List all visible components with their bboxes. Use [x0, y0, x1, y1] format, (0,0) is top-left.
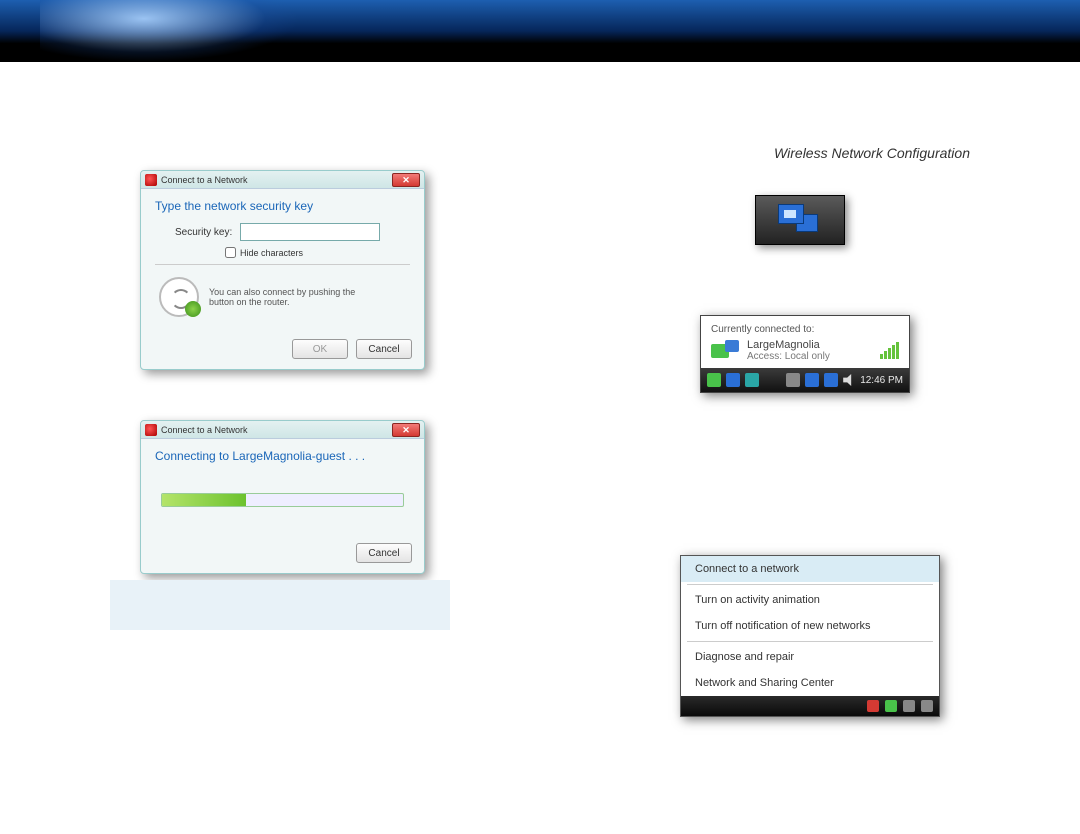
taskbar — [681, 696, 939, 716]
tray-icon[interactable] — [867, 700, 879, 712]
cancel-button[interactable]: Cancel — [356, 339, 412, 359]
app-icon — [145, 174, 157, 186]
tray-icon[interactable] — [707, 373, 721, 387]
cancel-button[interactable]: Cancel — [356, 543, 412, 563]
network-access: Access: Local only — [747, 351, 830, 362]
wps-icon — [159, 277, 199, 317]
connection-popup: Currently connected to: LargeMagnolia Ac… — [700, 315, 910, 393]
tray-network-icon[interactable] — [755, 195, 845, 245]
menu-connect-to-network[interactable]: Connect to a network — [681, 556, 939, 582]
security-key-label: Security key: — [175, 227, 232, 238]
taskbar: 12:46 PM — [701, 368, 909, 392]
close-button[interactable]: ✕ — [392, 423, 420, 437]
taskbar-clock: 12:46 PM — [860, 375, 903, 386]
hide-characters-label: Hide characters — [240, 248, 303, 258]
tray-icon[interactable] — [726, 373, 740, 387]
dialog-titlebar[interactable]: Connect to a Network ✕ — [141, 421, 424, 439]
dialog-title: Connect to a Network — [161, 425, 248, 435]
separator — [687, 584, 933, 585]
close-button[interactable]: ✕ — [392, 173, 420, 187]
app-icon — [145, 424, 157, 436]
dialog-titlebar[interactable]: Connect to a Network ✕ — [141, 171, 424, 189]
tray-network-icon[interactable] — [805, 373, 819, 387]
dialog-heading: Type the network security key — [141, 189, 424, 219]
dialog-title: Connect to a Network — [161, 175, 248, 185]
connected-to-label: Currently connected to: — [711, 324, 899, 335]
section-title: Wireless Network Configuration — [774, 145, 970, 161]
network-context-menu: Connect to a network Turn on activity an… — [680, 555, 940, 717]
connection-icon — [711, 340, 739, 362]
tray-icon[interactable] — [921, 700, 933, 712]
volume-icon[interactable] — [843, 374, 853, 386]
menu-activity-animation[interactable]: Turn on activity animation — [681, 587, 939, 613]
menu-network-sharing-center[interactable]: Network and Sharing Center — [681, 670, 939, 696]
wps-hint-text: You can also connect by pushing the butt… — [209, 287, 369, 307]
tray-icon[interactable] — [745, 373, 759, 387]
separator — [687, 641, 933, 642]
dialog-heading: Connecting to LargeMagnolia-guest . . . — [141, 439, 424, 469]
hide-characters-checkbox[interactable] — [225, 247, 236, 258]
tray-icon[interactable] — [824, 373, 838, 387]
signal-bars-icon — [880, 342, 899, 359]
menu-toggle-notifications[interactable]: Turn off notification of new networks — [681, 613, 939, 639]
tray-icon[interactable] — [786, 373, 800, 387]
ok-button[interactable]: OK — [292, 339, 348, 359]
info-box — [110, 580, 450, 630]
tray-icon[interactable] — [885, 700, 897, 712]
menu-diagnose-repair[interactable]: Diagnose and repair — [681, 644, 939, 670]
progress-bar — [161, 493, 404, 507]
security-key-input[interactable] — [240, 223, 380, 241]
separator — [155, 264, 410, 265]
page-banner — [0, 0, 1080, 62]
connecting-dialog: Connect to a Network ✕ Connecting to Lar… — [140, 420, 425, 574]
monitor-icon — [778, 204, 804, 224]
security-key-dialog: Connect to a Network ✕ Type the network … — [140, 170, 425, 370]
network-name: LargeMagnolia — [747, 339, 830, 351]
tray-icon[interactable] — [903, 700, 915, 712]
